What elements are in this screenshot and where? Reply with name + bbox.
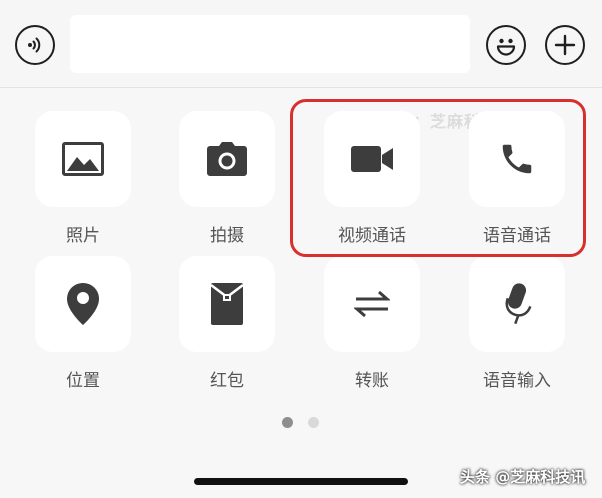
transfer-arrows-icon	[354, 290, 390, 318]
tile-location[interactable]	[35, 256, 131, 352]
location-pin-icon	[67, 283, 99, 325]
tile-label-red-packet: 红包	[210, 371, 244, 391]
tile-photo[interactable]	[35, 111, 131, 207]
tile-label-photo: 照片	[66, 226, 100, 246]
image-icon	[62, 142, 104, 176]
tile-label-camera: 拍摄	[210, 226, 244, 246]
home-indicator[interactable]	[194, 478, 408, 485]
smiley-icon	[496, 38, 516, 56]
voice-input-button[interactable]	[15, 25, 55, 65]
emoji-button[interactable]	[486, 25, 526, 65]
microphone-icon	[505, 283, 532, 325]
input-bar	[0, 0, 602, 88]
page-dot-active[interactable]	[282, 417, 293, 428]
more-functions-button[interactable]	[545, 25, 585, 65]
message-input[interactable]	[70, 15, 470, 73]
watermark-bottom: 头条 @芝麻科技讯	[460, 468, 586, 486]
voice-wave-icon	[28, 37, 41, 53]
tile-voice-input[interactable]	[469, 256, 565, 352]
tile-camera[interactable]	[179, 111, 275, 207]
tile-label-location: 位置	[66, 371, 100, 391]
tile-red-packet[interactable]	[179, 256, 275, 352]
page-dot[interactable]	[308, 417, 319, 428]
tile-transfer[interactable]	[324, 256, 420, 352]
plus-icon	[554, 34, 576, 56]
tile-label-transfer: 转账	[355, 371, 389, 391]
tile-label-voice-input: 语音输入	[483, 371, 551, 391]
red-packet-icon	[210, 283, 244, 325]
camera-icon	[207, 142, 247, 176]
call-options-highlight-box	[290, 99, 586, 257]
